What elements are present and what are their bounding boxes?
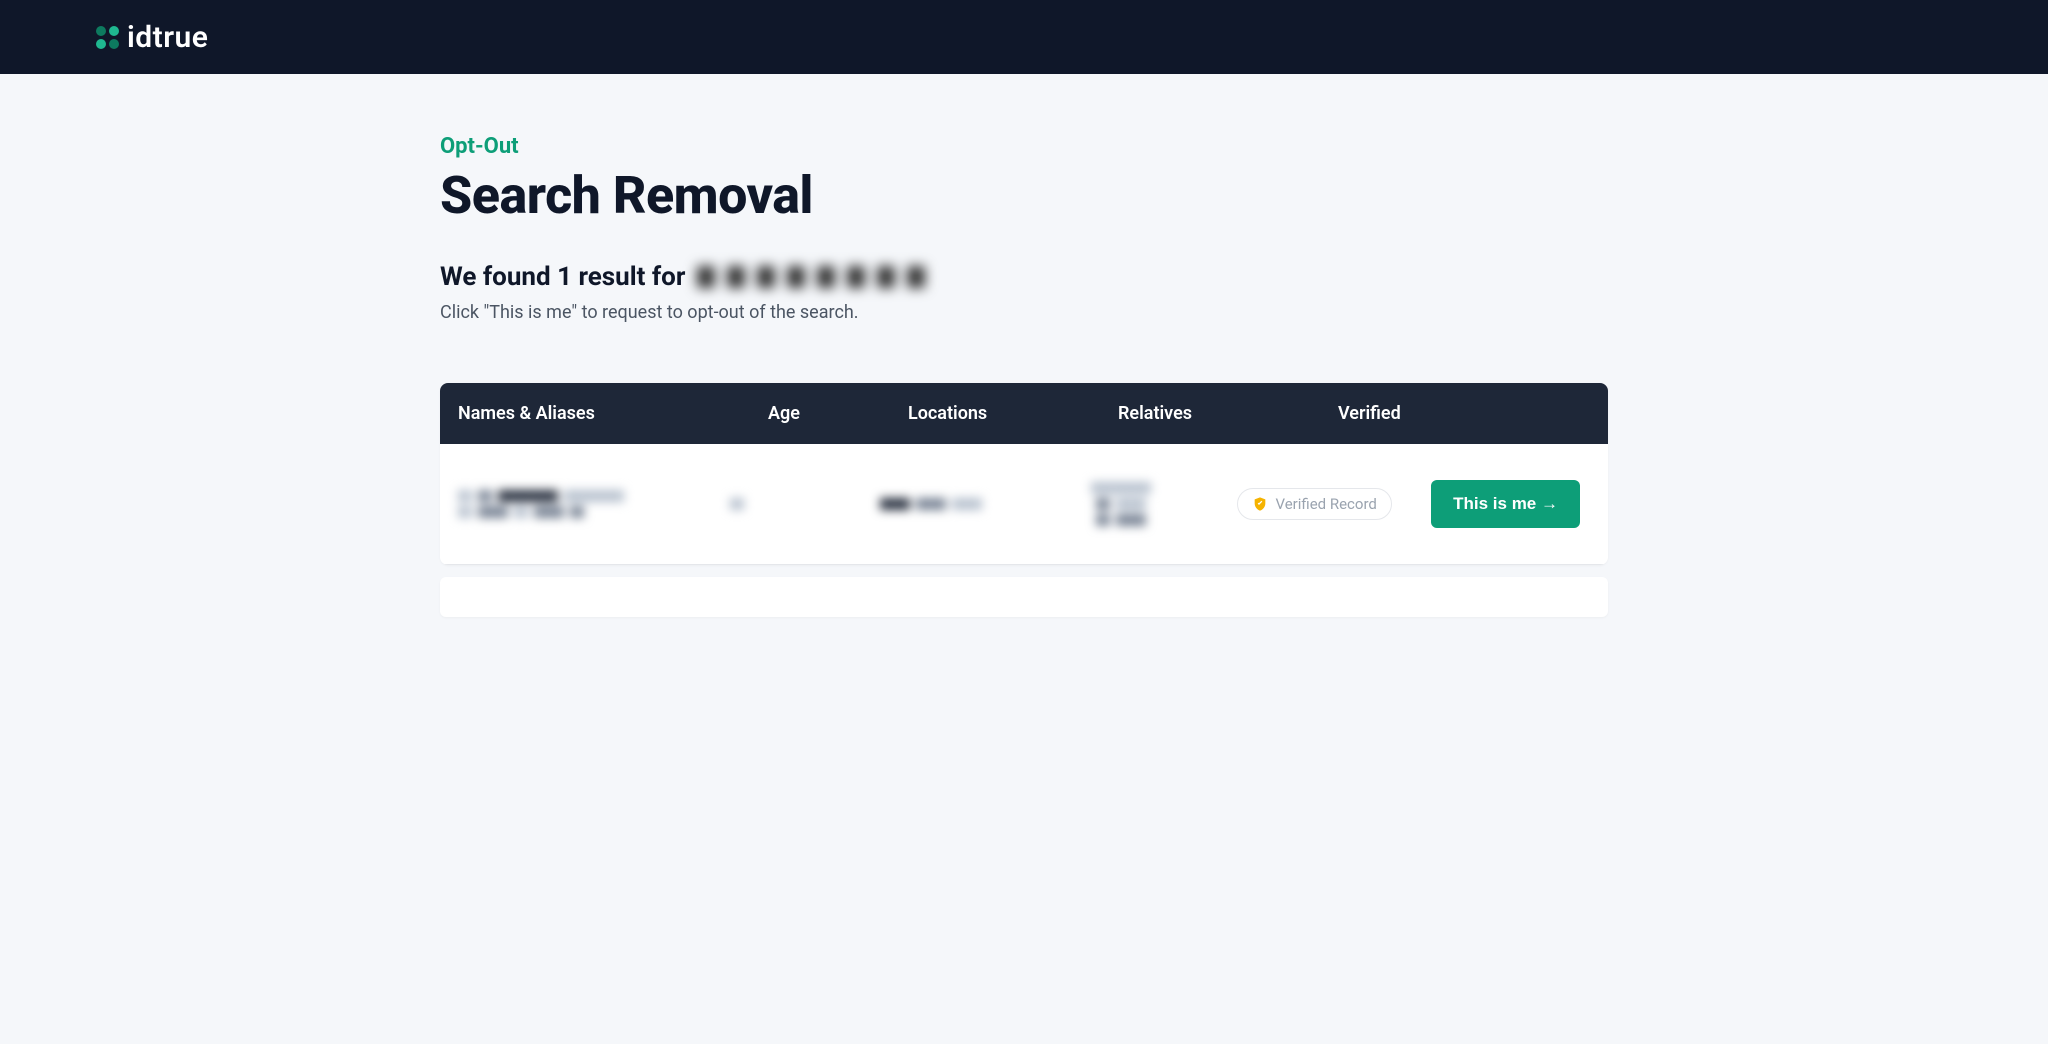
- verified-label: Verified Record: [1276, 495, 1377, 513]
- col-header-age: Age: [750, 403, 890, 424]
- cell-relatives: [1024, 478, 1219, 530]
- col-header-locations: Locations: [890, 403, 1100, 424]
- table-row: Verified Record This is me →: [440, 444, 1608, 565]
- cell-action: This is me →: [1413, 480, 1608, 528]
- site-header: idtrue: [0, 0, 2048, 74]
- table-header-row: Names & Aliases Age Locations Relatives …: [440, 383, 1608, 444]
- cell-verified: Verified Record: [1219, 488, 1414, 520]
- main-content: Opt-Out Search Removal We found 1 result…: [344, 74, 1704, 617]
- col-header-names: Names & Aliases: [440, 403, 750, 424]
- this-is-me-button[interactable]: This is me →: [1431, 480, 1580, 528]
- cell-locations: [838, 494, 1024, 514]
- cell-age: [712, 495, 838, 514]
- instruction-text: Click "This is me" to request to opt-out…: [440, 302, 1608, 323]
- page-title: Search Removal: [440, 165, 1608, 226]
- results-table: Names & Aliases Age Locations Relatives …: [440, 383, 1608, 565]
- cell-names: [440, 486, 712, 522]
- col-header-verified: Verified: [1320, 403, 1540, 424]
- empty-card: [440, 577, 1608, 617]
- logo-dots-icon: [96, 26, 119, 49]
- brand-logo[interactable]: idtrue: [96, 20, 208, 55]
- result-prefix: We found 1 result for: [440, 262, 685, 292]
- searched-name-redacted: [697, 266, 937, 288]
- verified-badge: Verified Record: [1237, 488, 1392, 520]
- brand-name: idtrue: [127, 20, 208, 55]
- col-header-relatives: Relatives: [1100, 403, 1320, 424]
- shield-icon: [1252, 496, 1268, 512]
- page-eyebrow: Opt-Out: [440, 134, 1608, 159]
- result-summary: We found 1 result for: [440, 262, 1608, 292]
